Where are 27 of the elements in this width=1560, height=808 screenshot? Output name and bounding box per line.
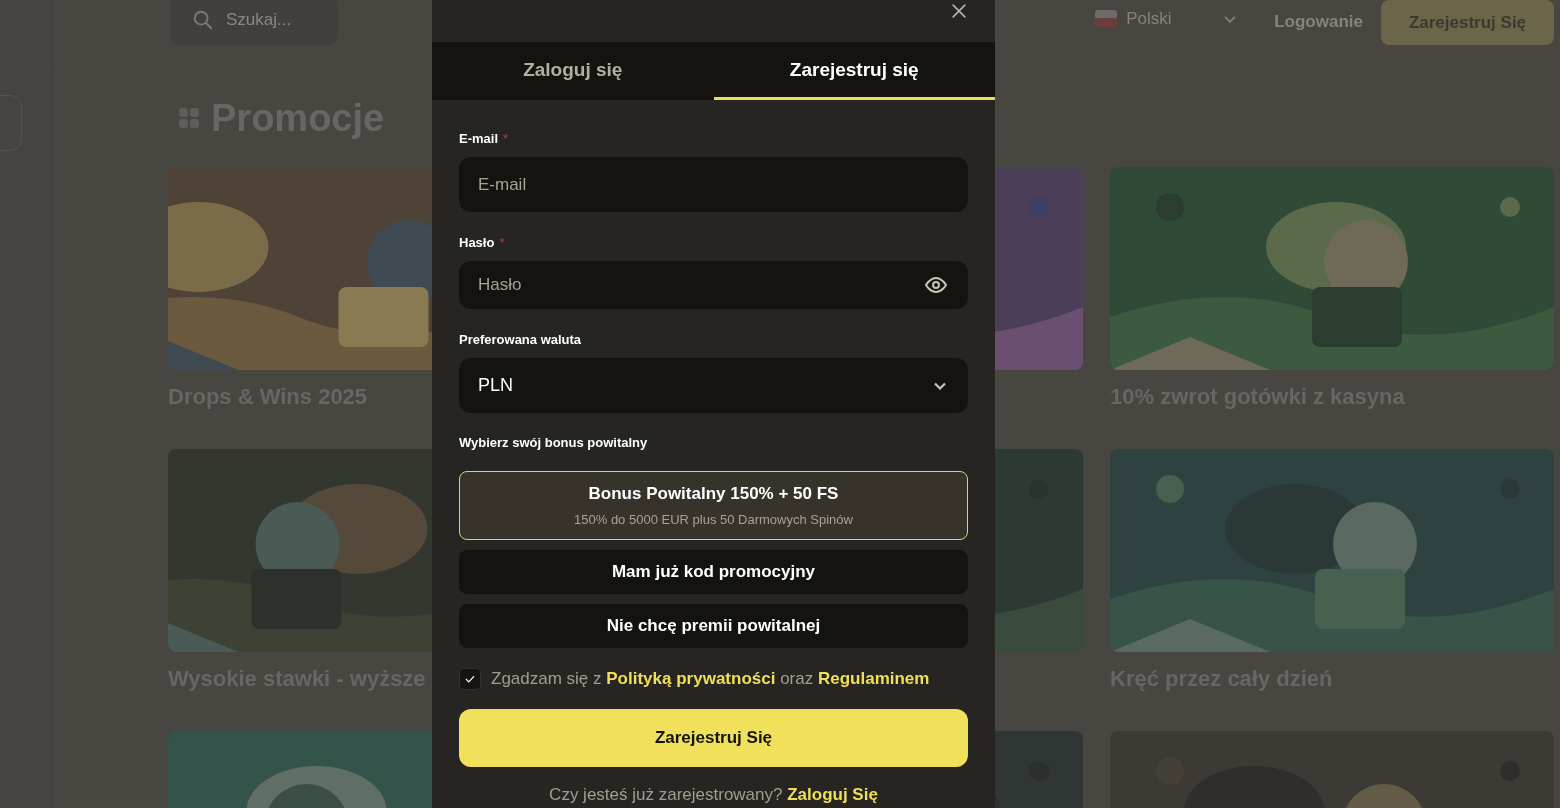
checkbox[interactable]: [459, 668, 481, 690]
consent-link[interactable]: Regulaminem: [817, 669, 930, 688]
consent-link[interactable]: Polityką prywatności: [606, 669, 776, 688]
required-mark: *: [503, 130, 509, 146]
consent-text: Zgadzam się z Polityką prywatności oraz Regulaminem: [491, 669, 930, 689]
footer-text: Czy jesteś już zarejestrowany? Zaloguj Się: [548, 785, 879, 805]
field-label: Hasło: [459, 234, 495, 250]
close-icon: [949, 1, 969, 21]
field-label: Preferowana waluta: [459, 331, 582, 347]
field-label: E-mail: [459, 130, 498, 146]
bonus-option[interactable]: Mam już kod promocyjny: [459, 550, 968, 594]
bonus-option[interactable]: Bonus Powitalny 150% + 50 FS 150% do 5000 EUR plus 50 Darmowych Spinów: [459, 471, 968, 540]
section-label: Wybierz swój bonus powitalny: [459, 435, 649, 451]
chevron-down-icon: [1224, 15, 1237, 23]
required-mark: *: [499, 234, 505, 250]
bonus-option[interactable]: Nie chcę premii powitalnej: [459, 604, 968, 648]
submit-button[interactable]: Zarejestruj Się: [459, 709, 968, 767]
tab[interactable]: Zaloguj się: [432, 42, 714, 100]
search-field[interactable]: Szukaj...: [170, 0, 338, 46]
password-field[interactable]: Hasło: [459, 261, 968, 309]
login-link[interactable]: Zaloguj Się: [787, 785, 878, 804]
close-button[interactable]: [949, 1, 969, 21]
chevron-down-icon: [934, 381, 946, 390]
tab[interactable]: Zarejestruj się: [713, 42, 995, 100]
input-field[interactable]: E-mail: [459, 157, 968, 212]
search-icon: [192, 9, 214, 31]
currency-select[interactable]: PLN: [459, 358, 968, 413]
